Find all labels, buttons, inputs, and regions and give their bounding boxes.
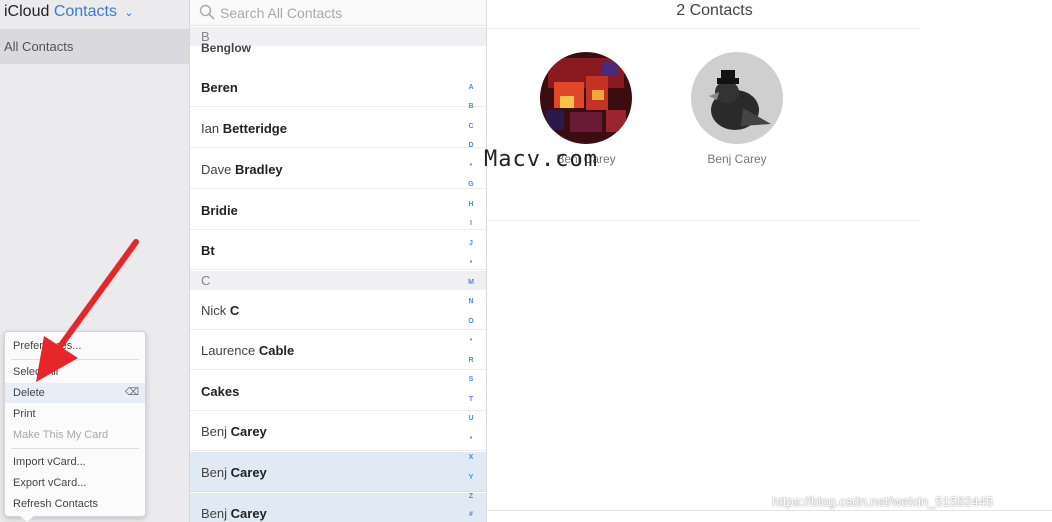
watermark: https://blog.csdn.net/weixin_51582445 xyxy=(772,494,994,509)
alphabet-index[interactable]: A B C D • G H I J • M N O • R S T U • X … xyxy=(464,80,478,520)
index-letter[interactable]: • xyxy=(464,162,478,169)
context-menu: Preferences... Select All Delete ⌫ Print… xyxy=(4,331,146,517)
list-item-selected[interactable]: Benj Carey xyxy=(190,493,486,522)
menu-item-export-vcard[interactable]: Export vCard... xyxy=(5,473,145,493)
menu-item-preferences[interactable]: Preferences... xyxy=(5,336,145,356)
menu-item-select-all[interactable]: Select All xyxy=(5,362,145,382)
list-item[interactable]: Bridie xyxy=(190,190,486,230)
divider xyxy=(487,28,921,29)
index-letter[interactable]: O xyxy=(464,318,478,325)
index-letter[interactable]: H xyxy=(464,201,478,208)
index-letter[interactable]: A xyxy=(464,84,478,91)
avatar-image xyxy=(691,52,783,144)
menu-item-delete-label: Delete xyxy=(13,387,45,399)
avatar[interactable] xyxy=(540,52,632,144)
section-header-c: C xyxy=(190,271,486,290)
avatar[interactable] xyxy=(691,52,783,144)
sidebar: iCloud Contacts ⌄ All Contacts Preferenc… xyxy=(0,0,190,522)
index-letter[interactable]: # xyxy=(464,511,478,518)
list-item[interactable]: Nick C xyxy=(190,290,486,330)
index-letter[interactable]: J xyxy=(464,240,478,247)
search-icon xyxy=(199,4,215,20)
list-item[interactable]: Dave Bradley xyxy=(190,149,486,189)
index-letter[interactable]: Y xyxy=(464,474,478,481)
menu-item-import-vcard[interactable]: Import vCard... xyxy=(5,452,145,472)
group-all-contacts[interactable]: All Contacts xyxy=(0,29,189,64)
list-item-selected[interactable]: Benj Carey xyxy=(190,452,486,492)
menu-separator xyxy=(11,359,139,360)
menu-separator xyxy=(11,448,139,449)
menu-pointer xyxy=(20,516,34,522)
search-bar xyxy=(190,0,486,26)
list-item[interactable]: Beren xyxy=(190,67,486,107)
index-letter[interactable]: G xyxy=(464,181,478,188)
search-input[interactable] xyxy=(220,3,460,22)
list-item[interactable]: Bt xyxy=(190,230,486,270)
list-item[interactable]: Laurence Cable xyxy=(190,330,486,370)
menu-item-refresh-contacts[interactable]: Refresh Contacts xyxy=(5,494,145,514)
index-letter[interactable]: • xyxy=(464,435,478,442)
index-letter[interactable]: S xyxy=(464,376,478,383)
chevron-down-icon[interactable]: ⌄ xyxy=(124,7,133,19)
index-letter[interactable]: R xyxy=(464,357,478,364)
avatar-image xyxy=(540,52,632,144)
divider xyxy=(487,510,1052,511)
index-letter[interactable]: M xyxy=(464,279,478,286)
index-letter[interactable]: Z xyxy=(464,493,478,500)
detail-title: 2 Contacts xyxy=(676,2,753,19)
index-letter[interactable]: N xyxy=(464,298,478,305)
list-item[interactable]: Benj Carey xyxy=(190,411,486,451)
app-title[interactable]: iCloud Contacts ⌄ xyxy=(4,3,134,21)
watermark: Macv.com xyxy=(484,147,598,172)
delete-key-icon: ⌫ xyxy=(124,387,139,398)
list-item[interactable]: Benglow xyxy=(201,41,251,55)
index-letter[interactable]: • xyxy=(464,259,478,266)
index-letter[interactable]: • xyxy=(464,337,478,344)
index-letter[interactable]: X xyxy=(464,454,478,461)
list-item[interactable]: Ian Betteridge xyxy=(190,108,486,148)
index-letter[interactable]: C xyxy=(464,123,478,130)
index-letter[interactable]: I xyxy=(464,220,478,227)
menu-item-make-my-card: Make This My Card xyxy=(13,429,109,441)
app-title-prefix: iCloud xyxy=(4,3,50,20)
divider xyxy=(487,220,921,221)
app-title-name: Contacts xyxy=(53,3,117,20)
contact-name: Benj Carey xyxy=(707,152,767,166)
index-letter[interactable]: D xyxy=(464,142,478,149)
menu-item-delete[interactable]: Delete ⌫ xyxy=(5,383,145,403)
contact-list: B Benglow Beren Ian Betteridge Dave Brad… xyxy=(190,0,487,522)
list-item[interactable]: Cakes xyxy=(190,371,486,411)
index-letter[interactable]: U xyxy=(464,415,478,422)
menu-item-print[interactable]: Print xyxy=(5,404,145,424)
index-letter[interactable]: T xyxy=(464,396,478,403)
index-letter[interactable]: B xyxy=(464,103,478,110)
